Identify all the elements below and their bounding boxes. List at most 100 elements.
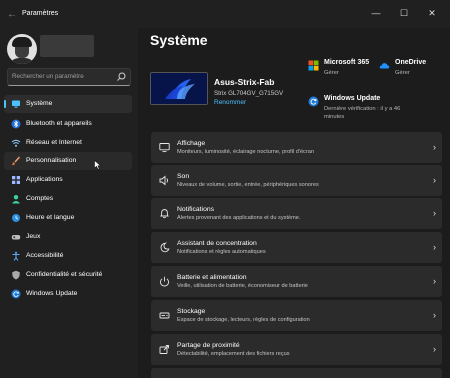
sidebar-item-label: Bluetooth et appareils	[26, 120, 92, 127]
card-title: Assistant de concentration	[177, 240, 257, 247]
sidebar-item-label: Accessibilité	[26, 252, 64, 259]
accessibility-icon	[12, 251, 20, 261]
sidebar-item-systeme[interactable]: Système	[4, 95, 132, 113]
sidebar-item-windows-update[interactable]: Windows Update	[4, 285, 132, 303]
sidebar-item-label: Confidentialité et sécurité	[26, 271, 103, 278]
card-title: Stockage	[177, 308, 206, 315]
device-model: Strix GL704GV_G715GV	[214, 90, 284, 97]
quick-status-desc: Gérer	[395, 70, 410, 76]
sidebar: Rechercher un paramètre Système Bluetoot…	[0, 28, 138, 378]
settings-card-storage[interactable]: Stockage Espace de stockage, lecteurs, r…	[151, 300, 442, 331]
sidebar-item-apps[interactable]: Applications	[4, 171, 132, 189]
avatar[interactable]	[7, 34, 37, 64]
sidebar-item-label: Jeux	[26, 233, 41, 240]
settings-card-focus-assist[interactable]: Assistant de concentration Notifications…	[151, 232, 442, 263]
update-icon	[11, 289, 21, 299]
windows-update-icon	[308, 96, 319, 107]
card-title: Partage de proximité	[177, 342, 240, 349]
settings-card-nearby-sharing[interactable]: Partage de proximité Détectabilité, empl…	[151, 334, 442, 365]
device-name: Asus-Strix-Fab	[214, 77, 275, 87]
sidebar-item-label: Heure et langue	[26, 214, 75, 221]
sidebar-item-label: Applications	[26, 176, 63, 183]
card-title: Son	[177, 173, 190, 180]
chevron-right-icon: ›	[433, 344, 436, 354]
card-description: Niveaux de volume, sortie, entrée, périp…	[177, 182, 319, 188]
quick-status-desc: Dernière vérification : il y a 46 minute…	[324, 105, 400, 121]
close-button[interactable]: ✕	[424, 6, 440, 20]
search-input[interactable]: Rechercher un paramètre	[7, 68, 131, 86]
card-title: Affichage	[177, 140, 206, 147]
gamepad-icon	[11, 235, 21, 240]
sidebar-item-bluetooth[interactable]: Bluetooth et appareils	[4, 115, 132, 133]
microsoft-365-status[interactable]: Microsoft 365 Gérer	[308, 58, 378, 80]
wifi-icon	[11, 139, 21, 147]
brush-icon	[12, 156, 21, 166]
page-title: Système	[150, 32, 208, 48]
quick-status-title: OneDrive	[395, 59, 427, 66]
settings-card-notifications[interactable]: Notifications Alertes provenant des appl…	[151, 198, 442, 229]
mouse-cursor-icon	[94, 160, 102, 170]
sidebar-item-label: Comptes	[26, 195, 54, 202]
chevron-right-icon: ›	[433, 310, 436, 320]
apps-icon	[12, 176, 20, 184]
quick-status-desc: Gérer	[324, 70, 339, 76]
card-title: Notifications	[177, 206, 215, 213]
settings-card-partial[interactable]	[151, 368, 442, 378]
settings-card-sound[interactable]: Son Niveaux de volume, sortie, entrée, p…	[151, 165, 442, 196]
main-content: Système Asus-Strix-Fab Strix GL704GV_G71…	[138, 28, 450, 378]
shield-icon	[12, 270, 20, 280]
quick-status-title: Microsoft 365	[324, 59, 370, 66]
rename-link[interactable]: Renommer	[214, 99, 246, 106]
storage-icon	[159, 312, 170, 319]
sidebar-item-gaming[interactable]: Jeux	[4, 228, 132, 246]
active-indicator	[4, 100, 6, 108]
monitor-icon	[12, 100, 20, 108]
sidebar-item-accounts[interactable]: Comptes	[4, 190, 132, 208]
card-description: Détectabilité, emplacement des fichiers …	[177, 351, 290, 357]
microsoft-365-icon	[308, 60, 319, 71]
settings-card-display[interactable]: Affichage Moniteurs, luminosité, éclaira…	[151, 132, 442, 163]
search-icon	[117, 72, 126, 81]
sidebar-item-label: Réseau et Internet	[26, 139, 82, 146]
share-icon	[159, 345, 169, 354]
moon-icon	[160, 242, 170, 253]
card-description: Espace de stockage, lecteurs, règles de …	[177, 317, 310, 323]
display-icon	[159, 143, 170, 153]
sidebar-item-network[interactable]: Réseau et Internet	[4, 134, 132, 152]
sidebar-item-label: Windows Update	[26, 290, 78, 297]
power-icon	[159, 276, 170, 287]
minimize-button[interactable]: —	[368, 6, 384, 20]
windows-update-status[interactable]: Windows Update Dernière vérification : i…	[308, 94, 444, 124]
title-bar: ← Paramètres — ☐ ✕	[0, 0, 450, 28]
search-placeholder: Rechercher un paramètre	[12, 73, 84, 80]
onedrive-status[interactable]: OneDrive Gérer	[379, 58, 444, 80]
back-arrow-icon[interactable]: ←	[4, 9, 20, 21]
chevron-right-icon: ›	[433, 142, 436, 152]
speaker-icon	[159, 175, 168, 186]
card-description: Alertes provenant des applications et du…	[177, 215, 301, 221]
maximize-button[interactable]: ☐	[396, 6, 412, 20]
sidebar-item-privacy-security[interactable]: Confidentialité et sécurité	[4, 266, 132, 284]
last-check-text: Dernière vérification : il y a 46	[324, 106, 401, 112]
sidebar-item-label: Personnalisation	[26, 157, 77, 164]
sidebar-item-time-language[interactable]: Heure et langue	[4, 209, 132, 227]
chevron-right-icon: ›	[433, 242, 436, 252]
account-name-redacted	[40, 35, 94, 57]
onedrive-icon	[379, 63, 390, 69]
sidebar-item-label: Système	[26, 100, 53, 107]
card-description: Veille, utilisation de batterie, économi…	[177, 283, 308, 289]
chevron-right-icon: ›	[433, 208, 436, 218]
quick-status-title: Windows Update	[324, 95, 381, 102]
bell-icon	[160, 209, 169, 219]
device-wallpaper-thumbnail	[150, 72, 208, 105]
sidebar-item-accessibility[interactable]: Accessibilité	[4, 247, 132, 265]
last-check-text-continued: minutes	[324, 114, 345, 120]
bluetooth-icon	[11, 119, 21, 129]
app-title: Paramètres	[22, 10, 59, 17]
sidebar-item-personalization[interactable]: Personnalisation	[4, 152, 132, 170]
settings-card-battery-power[interactable]: Batterie et alimentation Veille, utilisa…	[151, 266, 442, 297]
card-description: Notifications et règles automatiques	[177, 249, 266, 255]
person-icon	[12, 195, 20, 204]
chevron-right-icon: ›	[433, 276, 436, 286]
card-description: Moniteurs, luminosité, éclairage nocturn…	[177, 149, 314, 155]
